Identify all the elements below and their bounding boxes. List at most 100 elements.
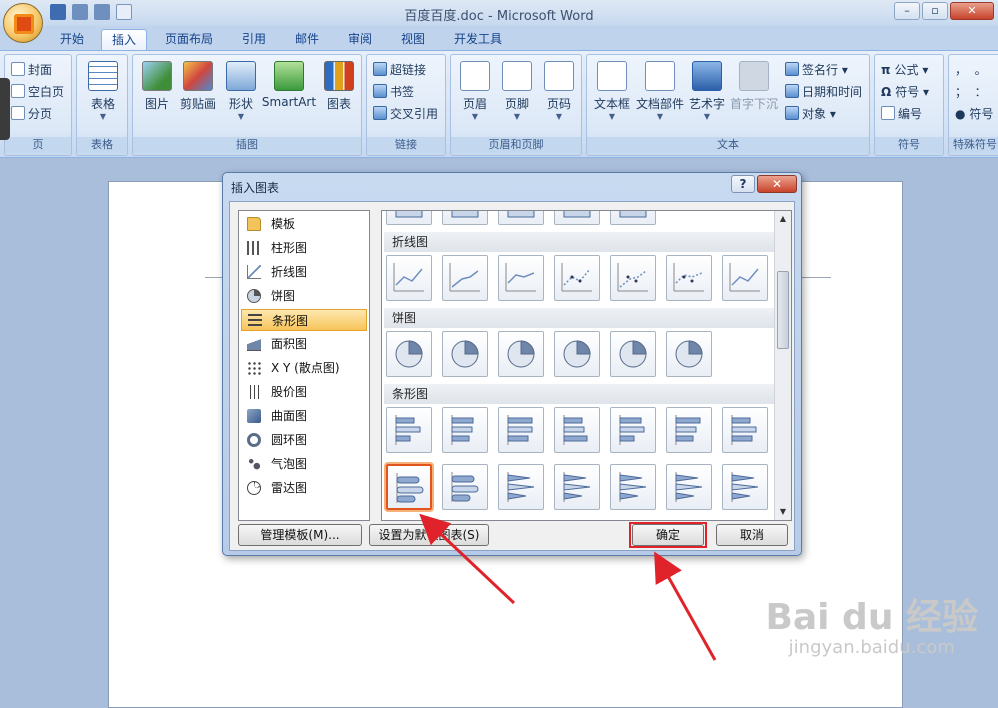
category-bar[interactable]: 条形图 [241,309,367,331]
tab-page-layout[interactable]: 页面布局 [155,29,223,50]
tab-developer[interactable]: 开发工具 [444,29,512,50]
cone-chart-option[interactable] [498,464,544,510]
datetime-button[interactable]: 日期和时间 [785,83,862,101]
scroll-down-icon[interactable]: ▼ [775,504,791,520]
line-chart-option[interactable] [386,255,432,301]
restore-button[interactable]: ▫ [922,2,948,20]
cone-chart-option[interactable] [666,464,712,510]
line-chart-option[interactable] [498,255,544,301]
tab-review[interactable]: 审阅 [338,29,382,50]
cone-chart-option[interactable] [554,464,600,510]
category-line[interactable]: 折线图 [241,261,367,283]
numbering-button[interactable]: 编号 [881,105,922,123]
line-chart-option[interactable] [666,255,712,301]
category-pie[interactable]: 饼图 [241,285,367,307]
set-default-chart-button[interactable]: 设置为默认图表(S) [369,524,489,546]
minimize-button[interactable]: – [894,2,920,20]
comma-icon[interactable]: ， 。 [955,61,987,79]
smartart-button[interactable]: SmartArt [261,61,317,109]
tab-references[interactable]: 引用 [232,29,276,50]
quickparts-button[interactable]: 文档部件 ▼ [635,61,685,121]
header-button[interactable]: 页眉 ▼ [453,61,497,121]
chevron-down-icon: ▼ [608,112,616,121]
office-button[interactable] [3,3,43,43]
table-button[interactable]: 表格 ▼ [81,61,125,121]
partial-chart-option[interactable] [554,211,600,225]
manage-templates-button[interactable]: 管理模板(M)... [238,524,362,546]
category-bubble[interactable]: 气泡图 [241,453,367,475]
pie-chart-option[interactable] [610,331,656,377]
bar-chart-option[interactable] [442,407,488,453]
help-button[interactable]: ? [731,175,755,193]
category-label: 雷达图 [271,481,308,495]
cone-chart-option[interactable] [722,464,768,510]
dialog-close-button[interactable]: ✕ [757,175,797,193]
bar-chart-option[interactable] [722,407,768,453]
wordart-button[interactable]: 艺术字 ▼ [685,61,729,121]
cancel-button[interactable]: 取消 [716,524,788,546]
pie-chart-option[interactable] [386,331,432,377]
gallery-scrollbar[interactable]: ▲ ▼ [774,211,791,520]
page-number-button[interactable]: 页码 ▼ [537,61,581,121]
bar-chart-option[interactable] [498,407,544,453]
category-scatter[interactable]: X Y (散点图) [241,357,367,379]
clipart-button[interactable]: 剪贴画 [173,61,223,112]
cover-page-button[interactable]: 封面 [11,61,52,79]
category-doughnut[interactable]: 圆环图 [241,429,367,451]
doughnut-chart-icon [247,433,261,447]
crossref-button[interactable]: 交叉引用 [373,105,438,123]
chart-button[interactable]: 图表 [317,61,361,112]
line-chart-option[interactable] [722,255,768,301]
footer-button[interactable]: 页脚 ▼ [495,61,539,121]
dropcap-label: 首字下沉 [729,97,778,111]
line-chart-option[interactable] [610,255,656,301]
blank-page-button[interactable]: 空白页 [11,83,64,101]
cone-chart-option[interactable] [386,464,432,510]
signature-line-button[interactable]: 签名行 ▾ [785,61,848,79]
bookmark-button[interactable]: 书签 [373,83,414,101]
hyperlink-button[interactable]: 超链接 [373,61,426,79]
smartart-icon [274,61,304,91]
partial-chart-option[interactable] [610,211,656,225]
line-chart-option[interactable] [554,255,600,301]
dropcap-button[interactable]: 首字下沉 [729,61,779,112]
category-area[interactable]: 面积图 [241,333,367,355]
category-column[interactable]: 柱形图 [241,237,367,259]
special-symbol-button[interactable]: ● 符号 [955,105,993,123]
partial-chart-option[interactable] [386,211,432,225]
shapes-button[interactable]: 形状 ▼ [219,61,263,121]
symbol-button[interactable]: Ω 符号 ▾ [881,83,929,101]
close-button[interactable]: ✕ [950,2,994,20]
bar-chart-option[interactable] [666,407,712,453]
category-template[interactable]: 模板 [241,213,367,235]
bar-chart-option[interactable] [610,407,656,453]
blank-page-icon [11,84,25,98]
pie-chart-option[interactable] [442,331,488,377]
textbox-button[interactable]: 文本框 ▼ [589,61,635,121]
cone-chart-option[interactable] [442,464,488,510]
category-radar[interactable]: 雷达图 [241,477,367,499]
category-stock[interactable]: 股价图 [241,381,367,403]
page-break-button[interactable]: 分页 [11,105,52,123]
pie-chart-option[interactable] [554,331,600,377]
pie-chart-option[interactable] [498,331,544,377]
equation-button[interactable]: π 公式 ▾ [881,61,928,79]
scroll-up-icon[interactable]: ▲ [775,211,791,227]
object-button[interactable]: 对象 ▾ [785,105,836,123]
pie-chart-option[interactable] [666,331,712,377]
line-chart-option[interactable] [442,255,488,301]
bar-chart-option[interactable] [554,407,600,453]
partial-chart-option[interactable] [498,211,544,225]
cone-chart-option[interactable] [610,464,656,510]
tab-mailings[interactable]: 邮件 [285,29,329,50]
scroll-thumb[interactable] [777,271,789,349]
partial-chart-option[interactable] [442,211,488,225]
table-icon [88,61,118,91]
tab-insert[interactable]: 插入 [101,29,148,50]
page-number-label: 页码 [546,97,571,111]
category-surface[interactable]: 曲面图 [241,405,367,427]
tab-view[interactable]: 视图 [391,29,435,50]
bar-chart-option[interactable] [386,407,432,453]
semicolon-icon[interactable]: ； ： [955,83,987,101]
tab-home[interactable]: 开始 [50,29,94,50]
